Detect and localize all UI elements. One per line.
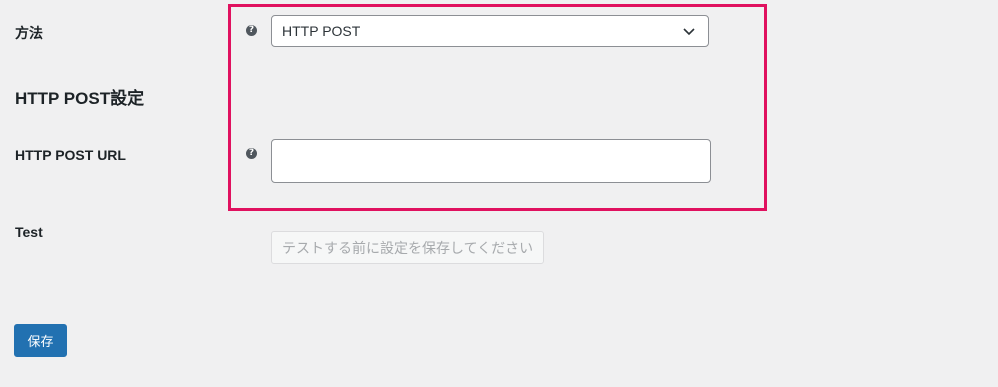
url-help-icon[interactable]: ?	[246, 148, 257, 159]
method-select-value: HTTP POST	[282, 23, 361, 39]
save-button[interactable]: 保存	[14, 324, 67, 357]
chevron-down-icon	[680, 22, 698, 40]
method-help-icon[interactable]: ?	[246, 25, 257, 36]
test-label: Test	[15, 224, 43, 240]
method-label: 方法	[15, 25, 43, 41]
section-title: HTTP POST設定	[15, 89, 145, 108]
http-post-url-input[interactable]	[271, 139, 711, 183]
test-button[interactable]: テストする前に設定を保存してください	[271, 231, 545, 264]
method-select[interactable]: HTTP POST	[271, 15, 709, 47]
http-post-url-label: HTTP POST URL	[15, 147, 126, 163]
